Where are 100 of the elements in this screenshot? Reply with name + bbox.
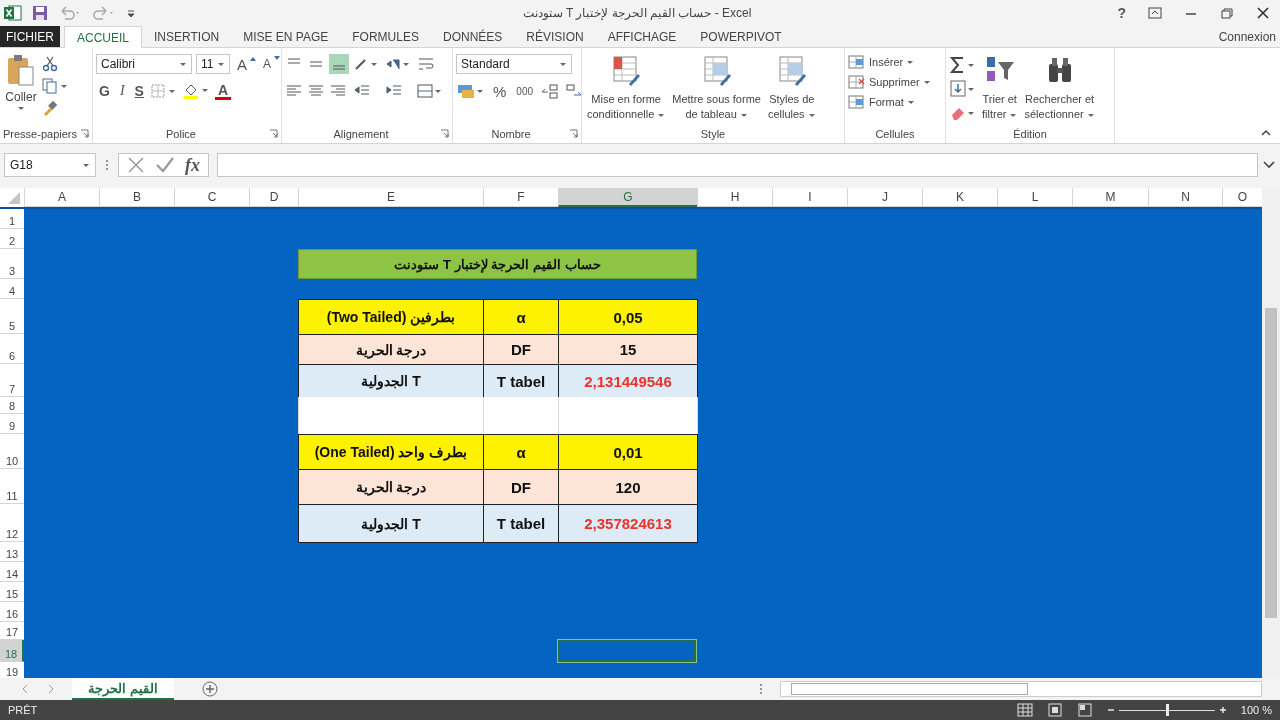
grid-icon	[848, 74, 866, 91]
insert-function-button[interactable]: fx	[185, 154, 200, 176]
enter-icon[interactable]	[155, 156, 175, 175]
ribbon-tab[interactable]: FICHIER	[0, 25, 60, 48]
selected-cell[interactable]	[558, 640, 696, 663]
style-button[interactable]: Styles de cellules	[765, 54, 818, 123]
row-header[interactable]: 17	[0, 622, 24, 641]
table-cell: بطرفين (Two Tailed)	[298, 299, 484, 336]
currency-icon[interactable]	[456, 82, 486, 101]
scroll-right-icon[interactable]	[46, 684, 56, 695]
table-cell: 120	[558, 469, 698, 506]
thousands-button[interactable]: 000	[513, 86, 537, 97]
scroll-left-icon[interactable]	[20, 684, 30, 695]
increase-decimal-icon[interactable]	[540, 82, 561, 101]
zoom-in-icon[interactable]	[1218, 706, 1227, 715]
paintbrush-icon[interactable]	[42, 100, 58, 117]
number-format-field[interactable]: Standard	[456, 54, 572, 75]
ribbon-tab[interactable]: FORMULES	[340, 25, 431, 48]
horizontal-scrollbar[interactable]	[780, 681, 1262, 698]
close-icon[interactable]	[1256, 6, 1270, 19]
sign-in-link[interactable]: Connexion	[1218, 29, 1280, 44]
add-sheet-icon[interactable]	[201, 681, 218, 698]
name-box[interactable]: G18	[4, 153, 96, 178]
row-header[interactable]: 19	[0, 662, 24, 679]
cells-button[interactable]: Insérer	[848, 54, 931, 71]
expand-icon[interactable]	[1262, 160, 1276, 171]
collapse-ribbon-icon[interactable]	[1260, 129, 1272, 138]
copy-icon[interactable]	[42, 78, 68, 95]
ribbon-display-icon[interactable]	[1148, 6, 1162, 19]
row-header[interactable]: 2	[0, 229, 24, 250]
style-button[interactable]: Mise en forme conditionnelle	[585, 54, 668, 123]
find-select-button[interactable]: Rechercher et sélectionner	[1022, 54, 1097, 123]
row-header[interactable]: 5	[0, 299, 24, 335]
style-button[interactable]: Mettre sous forme de tableau	[670, 54, 763, 123]
group-label: Cellules	[875, 128, 915, 141]
caret-icon	[922, 80, 931, 85]
fill-color-icon[interactable]	[182, 82, 211, 101]
row-header[interactable]: 3	[0, 249, 24, 280]
dialog-launcher-icon[interactable]	[269, 129, 278, 139]
dialog-launcher-icon[interactable]	[440, 129, 449, 139]
sheet-tab[interactable]: القيم الحرجة	[72, 678, 174, 701]
caret-icon	[807, 113, 816, 119]
group-label: Style	[700, 128, 726, 141]
row-header[interactable]: 18	[0, 640, 24, 663]
dialog-launcher-icon[interactable]	[569, 129, 578, 139]
fill-icon[interactable]	[949, 80, 977, 99]
ribbon-tab[interactable]: POWERPIVOT	[688, 25, 794, 48]
merge-cells-icon[interactable]	[417, 82, 443, 101]
row-header[interactable]: 6	[0, 334, 24, 365]
dialog-launcher-icon[interactable]	[80, 129, 89, 139]
page-break-icon[interactable]	[1076, 703, 1093, 718]
ribbon-tab[interactable]: AFFICHAGE	[595, 25, 689, 48]
sort-filter-button[interactable]: Trier et filtrer	[980, 54, 1020, 123]
save-icon[interactable]	[32, 4, 48, 21]
group-label: Nombre	[491, 128, 531, 141]
help-button[interactable]: ?	[1117, 4, 1126, 21]
row-header[interactable]: 4	[0, 279, 24, 300]
row-header[interactable]: 11	[0, 469, 24, 505]
row-header[interactable]: 12	[0, 504, 24, 543]
cells-button[interactable]: Format	[848, 94, 931, 111]
normal-view-icon[interactable]	[1016, 703, 1033, 718]
row-header[interactable]: 14	[0, 562, 24, 583]
row-header[interactable]: 16	[0, 602, 24, 623]
scissors-icon[interactable]	[42, 56, 58, 73]
ribbon-tab[interactable]: RÉVISION	[514, 25, 596, 48]
restore-icon[interactable]	[1220, 6, 1234, 19]
row-header[interactable]: 10	[0, 434, 24, 470]
ribbon-tab[interactable]: INSERTION	[142, 25, 232, 48]
row-header[interactable]: 1	[0, 209, 24, 230]
ribbon-tab[interactable]: DONNÉES	[430, 25, 515, 48]
bold-button[interactable]: G	[96, 83, 113, 100]
row-header[interactable]: 7	[0, 364, 24, 398]
zoom-level[interactable]: 100 %	[1240, 704, 1272, 717]
more-icon[interactable]	[758, 682, 764, 697]
formula-input[interactable]	[217, 153, 1258, 178]
down-triangle-icon	[274, 56, 281, 62]
paste-button[interactable]: Coller	[3, 54, 39, 112]
align-bottom-icon[interactable]	[329, 54, 349, 75]
row-header[interactable]: 8	[0, 397, 24, 415]
cells-button[interactable]: Supprimer	[848, 74, 931, 91]
grow-font-button[interactable]: A	[234, 56, 250, 73]
font-name-field[interactable]: Calibri	[96, 54, 192, 75]
shrink-font-button[interactable]: A	[260, 57, 275, 72]
percent-button[interactable]: %	[490, 83, 510, 100]
underline-button[interactable]: S	[131, 83, 147, 100]
row-header[interactable]: 9	[0, 414, 24, 435]
font-color-button[interactable]: A	[214, 83, 232, 100]
row-header[interactable]: 15	[0, 582, 24, 603]
font-size-field[interactable]: 11	[196, 54, 230, 75]
zoom-slider[interactable]	[1165, 703, 1169, 716]
italic-button[interactable]: I	[116, 83, 128, 100]
page-layout-icon[interactable]	[1046, 703, 1063, 718]
more-icon[interactable]	[104, 158, 110, 173]
excel-logo-icon[interactable]	[4, 4, 22, 21]
cancel-icon[interactable]	[127, 156, 145, 175]
row-header[interactable]: 13	[0, 542, 24, 563]
autosum-icon[interactable]	[949, 56, 977, 75]
ribbon-tab[interactable]: ACCUEIL	[64, 25, 142, 49]
ribbon-tab[interactable]: MISE EN PAGE	[231, 25, 341, 48]
column-header[interactable]: G	[558, 188, 697, 208]
